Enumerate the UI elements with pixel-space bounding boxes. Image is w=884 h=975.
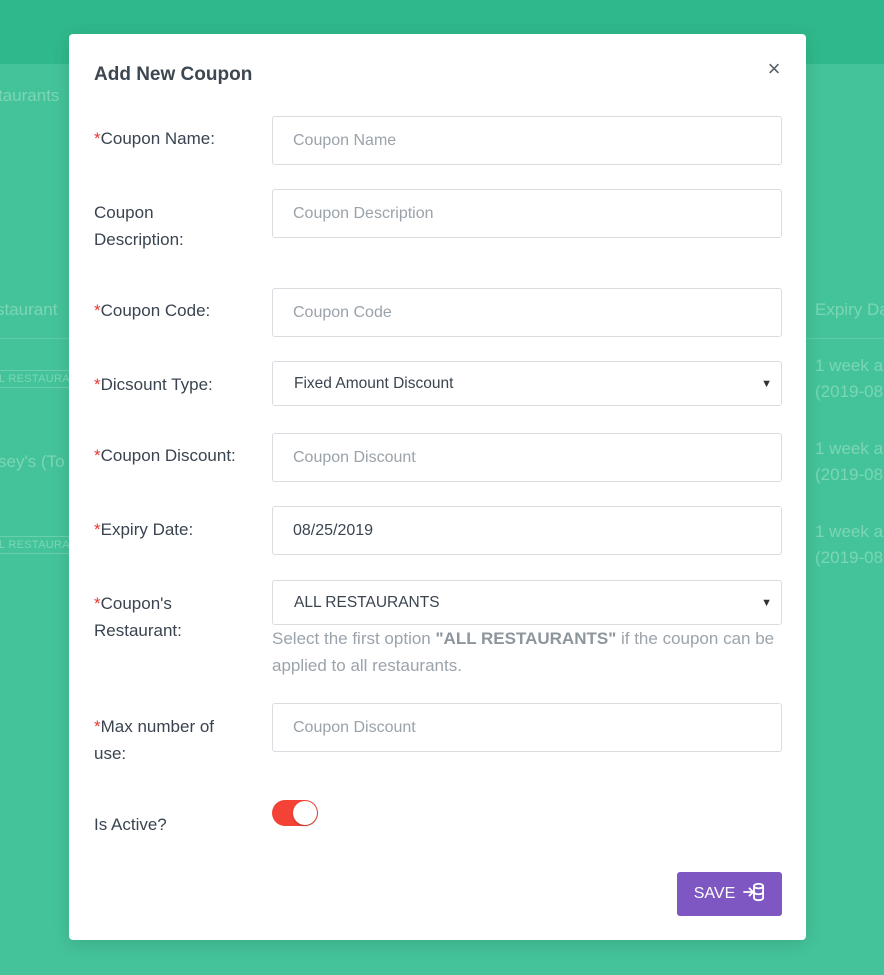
expiry-date-label: *Expiry Date: [94, 520, 194, 539]
coupon-restaurant-help: Select the first option "ALL RESTAURANTS… [272, 629, 775, 675]
column-header-restaurant: staurant [0, 300, 58, 319]
table-row-expiry-date: (2019-08 [815, 465, 884, 484]
expiry-date-input[interactable] [272, 506, 782, 555]
coupon-restaurant-label: *Coupon's Restaurant: [94, 594, 182, 640]
coupon-restaurant-value: ALL RESTAURANTS [294, 593, 440, 611]
table-row-expiry: 1 week a [815, 522, 884, 541]
coupon-code-input[interactable] [272, 288, 782, 337]
breadcrumb: taurants [0, 86, 60, 105]
coupon-code-label: *Coupon Code: [94, 301, 211, 320]
is-active-label: Is Active? [94, 815, 167, 834]
max-uses-label: *Max number of use: [94, 717, 215, 763]
table-row-restaurant: sey's (To [0, 452, 65, 471]
caret-down-icon: ▼ [761, 377, 772, 390]
required-mark: * [94, 594, 101, 613]
table-row-expiry: 1 week a [815, 439, 884, 458]
coupon-description-label: Coupon Description: [94, 203, 184, 249]
coupon-discount-input[interactable] [272, 433, 782, 482]
save-button[interactable]: SAVE [677, 872, 782, 916]
required-mark: * [94, 520, 101, 539]
coupon-name-label: *Coupon Name: [94, 129, 215, 148]
discount-type-value: Fixed Amount Discount [294, 374, 454, 392]
coupon-discount-label: *Coupon Discount: [94, 446, 236, 465]
table-row-expiry-date: (2019-08 [815, 382, 884, 401]
required-mark: * [94, 446, 101, 465]
required-mark: * [94, 717, 101, 736]
table-row-restaurant-badge: L RESTAURA [0, 370, 75, 388]
modal-title: Add New Coupon [94, 64, 253, 85]
coupon-description-input[interactable] [272, 189, 782, 238]
toggle-knob [293, 801, 317, 825]
caret-down-icon: ▼ [761, 596, 772, 609]
max-uses-input[interactable] [272, 703, 782, 752]
required-mark: * [94, 129, 101, 148]
save-button-label: SAVE [693, 885, 736, 902]
coupon-restaurant-select[interactable]: ALL RESTAURANTS ▼ [272, 580, 782, 625]
table-row-restaurant-badge: L RESTAURA [0, 536, 75, 554]
is-active-toggle[interactable] [272, 800, 318, 826]
add-coupon-modal: Add New Coupon × *Coupon Name: Coupon De… [69, 34, 806, 940]
table-row-expiry: 1 week a [815, 356, 884, 375]
column-header-expiry: Expiry Da [815, 300, 884, 319]
required-mark: * [94, 375, 101, 394]
discount-type-label: *Dicsount Type: [94, 375, 213, 394]
login-icon [743, 882, 765, 907]
discount-type-select[interactable]: Fixed Amount Discount ▼ [272, 361, 782, 406]
table-row-expiry-date: (2019-08 [815, 548, 884, 567]
coupon-name-input[interactable] [272, 116, 782, 165]
close-icon[interactable]: × [766, 58, 782, 80]
required-mark: * [94, 301, 101, 320]
